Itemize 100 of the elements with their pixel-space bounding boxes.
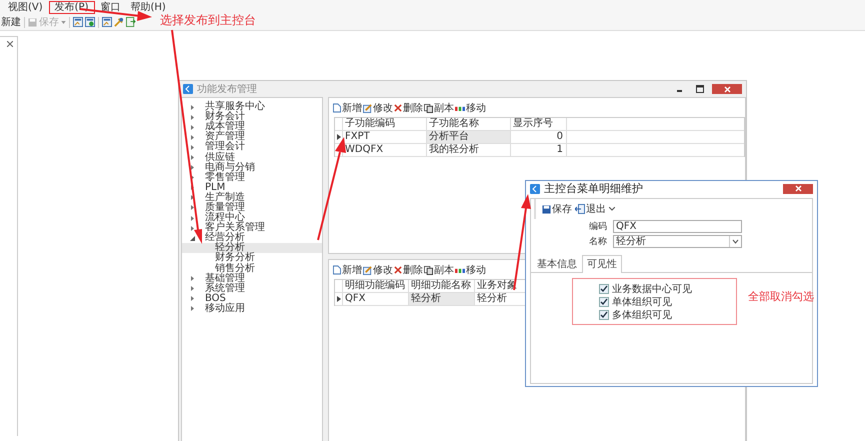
column-header: 明细功能编码: [343, 280, 409, 292]
close-icon: [724, 86, 730, 92]
checkbox[interactable]: [599, 284, 609, 294]
expander-icon[interactable]: [190, 195, 195, 200]
menu-item[interactable]: 帮助(H): [126, 0, 170, 14]
tree-item[interactable]: 供应链: [205, 152, 235, 163]
checkbox-label: 单体组织可见: [612, 296, 672, 308]
expander-icon[interactable]: [190, 205, 195, 210]
checkbox[interactable]: [599, 296, 609, 306]
save-icon: [542, 204, 551, 214]
table-cell: 0: [511, 131, 567, 143]
toolbar-button[interactable]: 移动: [455, 101, 486, 115]
close-icon[interactable]: [7, 41, 13, 47]
pencil-icon: [363, 104, 372, 112]
document-icon: [333, 103, 341, 113]
annotation-note: 全部取消勾选: [748, 289, 814, 304]
document-icon: [333, 265, 341, 275]
menu-item[interactable]: 窗口: [96, 0, 124, 14]
column-header: 子功能编码: [343, 118, 427, 130]
delete-icon: [394, 266, 402, 274]
copy-icon: [424, 266, 433, 274]
save-icon: [28, 18, 37, 26]
field-label: 名称: [589, 236, 608, 248]
table-cell: 我的轻分析: [427, 144, 511, 156]
toolbar-button[interactable]: 修改: [363, 263, 393, 277]
tree-item[interactable]: 基础管理: [205, 274, 245, 284]
window-title: 功能发布管理: [197, 82, 257, 96]
toolbar-button[interactable]: 移动: [455, 263, 486, 277]
checkbox[interactable]: [599, 310, 609, 320]
export-icon[interactable]: [126, 17, 136, 27]
exit-icon: [575, 204, 585, 214]
tree-item[interactable]: PLM: [205, 182, 226, 193]
column-header: 显示序号: [511, 118, 567, 130]
expander-icon[interactable]: [190, 286, 195, 292]
tree-item[interactable]: 财务分析: [215, 253, 255, 264]
expander-icon[interactable]: [190, 276, 195, 282]
toolbar-button[interactable]: 新增: [333, 263, 362, 277]
code-field[interactable]: QFX: [613, 220, 742, 233]
toolbar-button[interactable]: 保存: [542, 202, 572, 216]
expander-icon[interactable]: [190, 216, 195, 221]
current-row-icon: [336, 134, 340, 140]
expander-icon[interactable]: [190, 104, 195, 110]
expander-icon[interactable]: [190, 134, 195, 140]
maximize-icon[interactable]: [696, 85, 704, 93]
bars-icon: [455, 104, 465, 112]
close-button[interactable]: [712, 84, 742, 94]
table-cell: 轻分析: [409, 293, 475, 305]
copy-icon: [424, 104, 433, 112]
tree-item[interactable]: 移动应用: [205, 304, 245, 314]
table-cell-text: 轻分析: [476, 293, 508, 305]
expander-icon[interactable]: [190, 165, 195, 170]
column-header: 明细功能名称: [409, 280, 475, 292]
app-icon: [530, 184, 540, 194]
form-icon[interactable]: [85, 17, 95, 27]
expander-icon[interactable]: [190, 144, 195, 150]
bars-icon: [455, 266, 465, 274]
tree-item[interactable]: 管理会计: [205, 142, 245, 152]
close-icon: [794, 185, 802, 192]
toolbar-button[interactable]: 副本: [424, 101, 454, 115]
tree-item[interactable]: 生产制造: [205, 192, 245, 203]
expander-icon[interactable]: [190, 226, 195, 231]
toolbar-button[interactable]: 新建: [1, 15, 21, 29]
name-dropdown[interactable]: 轻分析: [613, 235, 742, 248]
table-cell: 1: [511, 144, 567, 156]
toolbar-button[interactable]: 修改: [363, 101, 393, 115]
toolbar-button[interactable]: 新增: [333, 101, 362, 115]
close-button[interactable]: [783, 184, 813, 194]
expander-icon[interactable]: [190, 306, 195, 312]
tab[interactable]: 可见性: [582, 255, 622, 273]
expander-icon[interactable]: [190, 155, 195, 160]
toolbar-button[interactable]: 副本: [424, 263, 454, 277]
form-icon[interactable]: [73, 17, 83, 27]
menu-item[interactable]: 视图(V): [4, 0, 47, 14]
pencil-icon: [363, 266, 372, 274]
tree-item[interactable]: 销售分析: [215, 264, 255, 274]
tools-icon[interactable]: [114, 17, 124, 27]
expander-icon[interactable]: [190, 124, 195, 130]
toolbar-button[interactable]: 退出: [575, 202, 606, 216]
tree-item[interactable]: 电商与分销: [205, 162, 255, 173]
tree-item[interactable]: 质量管理: [205, 202, 245, 213]
tree-item[interactable]: 零售管理: [205, 172, 245, 183]
annotation-note: 选择发布到主控台: [160, 12, 256, 29]
expander-icon[interactable]: [190, 296, 195, 302]
field-label: 编码: [589, 220, 608, 233]
toolbar-button[interactable]: 删除: [394, 263, 423, 277]
caret-icon: [732, 239, 739, 244]
expander-icon[interactable]: [190, 175, 195, 180]
caret-icon[interactable]: [609, 207, 615, 211]
toolbar-button[interactable]: 删除: [394, 101, 423, 115]
tree-item[interactable]: 系统管理: [205, 284, 245, 294]
current-row-icon: [336, 296, 340, 302]
column-header: 子功能名称: [427, 118, 511, 130]
checkbox-label: 多体组织可见: [612, 308, 672, 322]
form-icon[interactable]: [102, 17, 112, 27]
app-icon: [183, 84, 193, 94]
expander-icon[interactable]: [190, 114, 195, 120]
table-cell: 分析平台: [427, 131, 511, 143]
tree-item[interactable]: BOS: [205, 294, 226, 304]
tab[interactable]: 基本信息: [532, 255, 582, 272]
delete-icon: [394, 104, 402, 112]
